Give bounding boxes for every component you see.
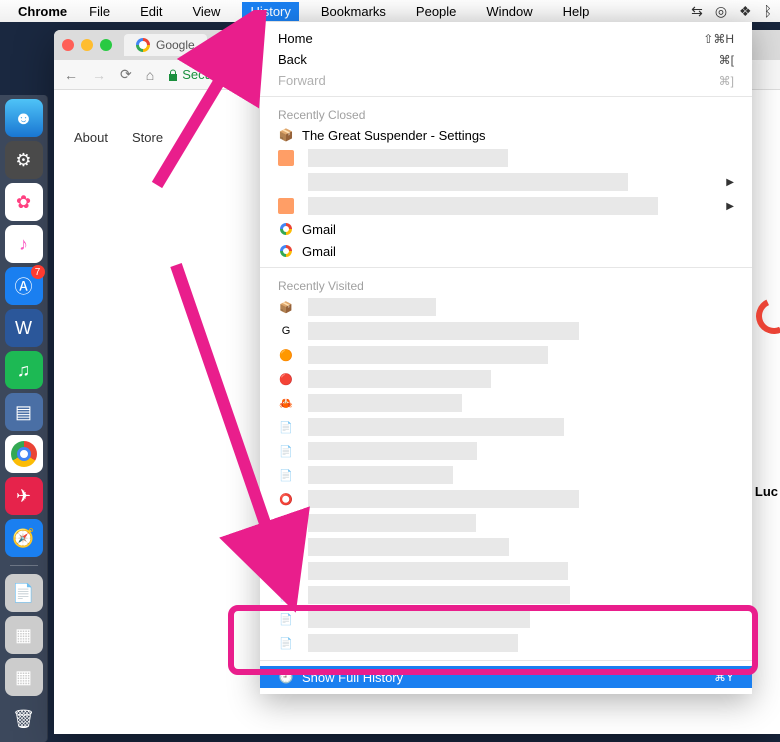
recently-closed-item[interactable]: ▶ xyxy=(260,170,752,194)
dock-chrome-icon[interactable] xyxy=(5,435,43,473)
browser-tab[interactable]: Google xyxy=(124,34,207,56)
menu-file[interactable]: File xyxy=(81,2,118,21)
dock-finder-icon[interactable]: ☻ xyxy=(5,99,43,137)
menu-item-back[interactable]: Back ⌘[ xyxy=(260,49,752,70)
forward-button[interactable]: → xyxy=(92,67,106,83)
favicon-icon: 📄 xyxy=(278,635,294,651)
favicon-icon: 📄 xyxy=(278,611,294,627)
reload-button[interactable]: ⟳ xyxy=(120,66,132,83)
recently-visited-item[interactable]: 📄 xyxy=(260,631,752,655)
dock-trash-icon[interactable]: 🗑 xyxy=(5,700,43,738)
minimize-window-button[interactable] xyxy=(81,39,93,51)
menu-item-home[interactable]: Home ⇧⌘H xyxy=(260,28,752,49)
menu-history[interactable]: History xyxy=(242,2,298,21)
bluetooth-icon[interactable]: ᛒ xyxy=(764,3,772,19)
recently-visited-item[interactable]: G xyxy=(260,319,752,343)
favicon-icon: 📄 xyxy=(278,467,294,483)
home-button[interactable]: ⌂ xyxy=(146,67,154,83)
google-favicon-icon xyxy=(136,38,150,52)
recently-visited-item[interactable]: 📄 xyxy=(260,535,752,559)
favicon-icon: ⭕ xyxy=(278,491,294,507)
recently-visited-item[interactable]: 📄 xyxy=(260,583,752,607)
dock-photos-icon[interactable]: ✿ xyxy=(5,183,43,221)
show-full-history[interactable]: 🕘 Show Full History ⌘Y xyxy=(260,666,752,688)
dock-spotify-icon[interactable]: ♫ xyxy=(5,351,43,389)
menu-view[interactable]: View xyxy=(184,2,228,21)
suspender-icon: 📦 xyxy=(278,127,294,143)
dropbox-icon[interactable]: ❖ xyxy=(739,3,752,20)
recently-closed-header: Recently Closed xyxy=(260,102,752,124)
favicon-icon: 📄 xyxy=(278,539,294,555)
dock-settings-icon[interactable]: ⚙ xyxy=(5,141,43,179)
recently-closed-item[interactable]: 📦 The Great Suspender - Settings xyxy=(260,124,752,146)
recently-visited-item[interactable]: 📄 xyxy=(260,415,752,439)
dock-app-icon[interactable]: ▤ xyxy=(5,393,43,431)
window-controls xyxy=(62,39,112,51)
tab-title: Google xyxy=(156,38,195,52)
favicon-icon xyxy=(278,198,294,214)
dock-safari-icon[interactable]: 🧭 xyxy=(5,519,43,557)
recently-closed-item-gmail[interactable]: Gmail xyxy=(260,218,752,240)
zoom-window-button[interactable] xyxy=(100,39,112,51)
favicon-icon: 📄 xyxy=(278,563,294,579)
recently-visited-item[interactable]: ⭕ xyxy=(260,487,752,511)
favicon-icon: 🔴 xyxy=(278,371,294,387)
status-icon[interactable]: ⇆ xyxy=(691,3,703,20)
submenu-arrow-icon: ▶ xyxy=(726,201,734,212)
history-clock-icon: 🕘 xyxy=(278,669,294,685)
recently-visited-item[interactable]: 📦 xyxy=(260,295,752,319)
recently-closed-item-gmail[interactable]: Gmail xyxy=(260,240,752,262)
back-button[interactable]: ← xyxy=(64,67,78,83)
dock-doc-icon[interactable]: 📄 xyxy=(5,574,43,612)
dock-stack2-icon[interactable]: ▦ xyxy=(5,658,43,696)
recently-visited-item[interactable]: 🟠 xyxy=(260,343,752,367)
close-window-button[interactable] xyxy=(62,39,74,51)
macos-menubar: Chrome File Edit View History Bookmarks … xyxy=(0,0,780,22)
recently-visited-item[interactable]: 🦀 xyxy=(260,391,752,415)
menu-window[interactable]: Window xyxy=(478,2,540,21)
google-favicon-icon xyxy=(278,243,294,259)
recently-visited-item[interactable]: 📄 xyxy=(260,607,752,631)
recently-closed-item[interactable]: ▶ xyxy=(260,194,752,218)
recently-closed-item[interactable] xyxy=(260,146,752,170)
favicon-icon: 📄 xyxy=(278,443,294,459)
favicon-icon xyxy=(278,150,294,166)
dock-word-icon[interactable]: W xyxy=(5,309,43,347)
menu-help[interactable]: Help xyxy=(555,2,598,21)
dock-music-icon[interactable]: ♪ xyxy=(5,225,43,263)
menubar-status-area: ⇆ ◎ ❖ ᛒ xyxy=(691,3,772,20)
favicon-icon: G xyxy=(278,323,294,339)
macos-dock: ☻ ⚙ ✿ ♪ Ⓐ W ♫ ▤ ✈ 🧭 📄 ▦ ▦ 🗑 xyxy=(0,95,48,742)
submenu-arrow-icon: ▶ xyxy=(726,177,734,188)
secure-indicator[interactable]: Secure xyxy=(168,67,223,82)
dock-snagit-icon[interactable]: ✈ xyxy=(5,477,43,515)
app-name[interactable]: Chrome xyxy=(18,4,67,19)
partial-text: Luc xyxy=(753,480,780,503)
menu-bookmarks[interactable]: Bookmarks xyxy=(313,2,394,21)
favicon-icon: 🟠 xyxy=(278,347,294,363)
menu-item-forward: Forward ⌘] xyxy=(260,70,752,91)
favicon-icon: 🦀 xyxy=(278,395,294,411)
recently-visited-header: Recently Visited xyxy=(260,273,752,295)
dock-appstore-icon[interactable]: Ⓐ xyxy=(5,267,43,305)
store-link[interactable]: Store xyxy=(132,130,163,145)
recently-visited-item[interactable]: 📄 xyxy=(260,511,752,535)
creative-cloud-icon[interactable]: ◎ xyxy=(715,3,727,20)
about-link[interactable]: About xyxy=(74,130,108,145)
favicon-icon: 📦 xyxy=(278,299,294,315)
recently-visited-item[interactable]: 📄 xyxy=(260,439,752,463)
favicon-icon: 📄 xyxy=(278,515,294,531)
favicon-icon: 📄 xyxy=(278,419,294,435)
recently-visited-item[interactable]: 📄 xyxy=(260,559,752,583)
menu-edit[interactable]: Edit xyxy=(132,2,170,21)
favicon-icon: 📄 xyxy=(278,587,294,603)
recently-visited-item[interactable]: 🔴 xyxy=(260,367,752,391)
recently-visited-item[interactable]: 📄 xyxy=(260,463,752,487)
google-favicon-icon xyxy=(278,221,294,237)
history-menu-dropdown: Home ⇧⌘H Back ⌘[ Forward ⌘] Recently Clo… xyxy=(260,22,752,694)
menu-people[interactable]: People xyxy=(408,2,464,21)
dock-stack-icon[interactable]: ▦ xyxy=(5,616,43,654)
lock-icon xyxy=(168,69,178,81)
